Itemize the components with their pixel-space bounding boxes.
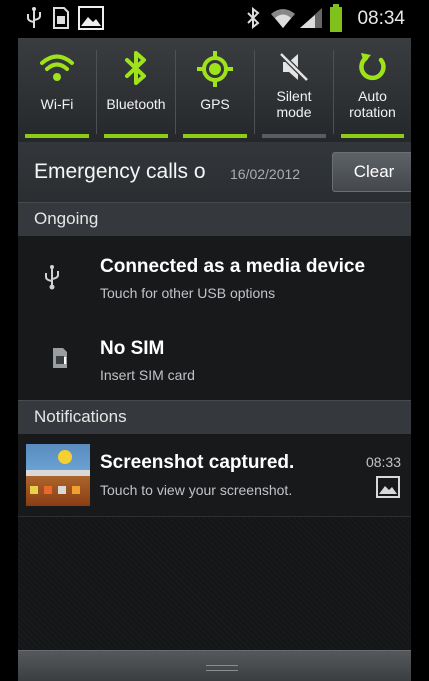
grip-icon <box>206 665 238 671</box>
notification-subtitle: Touch to view your screenshot. <box>100 482 293 498</box>
silent-mode-icon <box>277 50 311 89</box>
gps-label: GPS <box>200 96 230 112</box>
drag-handle[interactable] <box>18 650 411 681</box>
bluetooth-icon <box>246 6 260 35</box>
usb-notification[interactable]: Connected as a media device Touch for ot… <box>18 236 411 319</box>
no-sim-notification[interactable]: No SIM Insert SIM card <box>18 318 411 401</box>
thumbnail-app-icon <box>30 486 38 494</box>
sim-card-icon <box>51 346 69 375</box>
wifi-toggle[interactable]: Wi-Fi <box>18 38 96 142</box>
empty-area <box>18 517 411 650</box>
wifi-icon <box>39 50 75 91</box>
carrier-label: Emergency calls o <box>34 160 206 183</box>
thumbnail-app-icon <box>44 486 52 494</box>
ongoing-section-header: Ongoing <box>18 202 411 236</box>
clear-button[interactable]: Clear <box>332 152 411 192</box>
bluetooth-icon <box>122 50 150 91</box>
thumbnail-app-icon <box>72 486 80 494</box>
wifi-label: Wi-Fi <box>40 96 74 112</box>
usb-icon <box>26 6 42 35</box>
silent-mode-status-bar <box>262 134 326 138</box>
carrier-row: Emergency calls o 16/02/2012 Clear <box>18 142 411 203</box>
quick-settings-panel: Wi-Fi Bluetooth GPS Silent mode Auto rot… <box>18 38 411 143</box>
bluetooth-label: Bluetooth <box>106 96 166 112</box>
bluetooth-toggle[interactable]: Bluetooth <box>97 38 175 142</box>
battery-icon <box>330 4 342 37</box>
ongoing-title: Ongoing <box>34 209 99 228</box>
auto-rotation-label: Auto rotation <box>349 88 396 120</box>
bluetooth-status-bar <box>104 134 168 138</box>
auto-rotation-status-bar <box>341 134 404 138</box>
signal-icon <box>298 6 324 35</box>
notifications-section-header: Notifications <box>18 400 411 434</box>
notification-title: Screenshot captured. <box>100 452 295 473</box>
silent-mode-toggle[interactable]: Silent mode <box>255 38 333 142</box>
rotation-icon <box>355 50 391 91</box>
wifi-status-bar <box>25 134 89 138</box>
thumbnail-search-bar <box>26 470 90 476</box>
screenshot-thumbnail <box>26 444 90 506</box>
notifications-title: Notifications <box>34 407 127 426</box>
wifi-icon <box>270 6 296 35</box>
picture-icon <box>78 6 104 35</box>
notification-title: No SIM <box>100 338 165 359</box>
date-label: 16/02/2012 <box>230 166 301 182</box>
gps-status-bar <box>183 134 247 138</box>
status-clock: 08:34 <box>357 8 405 29</box>
notification-shade: 08:34 Wi-Fi Bluetooth GPS Silent mode Au… <box>18 0 411 681</box>
thumbnail-app-icon <box>58 486 66 494</box>
screenshot-notification[interactable]: Screenshot captured. Touch to view your … <box>18 434 411 517</box>
notification-subtitle: Insert SIM card <box>100 367 195 383</box>
gps-toggle[interactable]: GPS <box>176 38 254 142</box>
auto-rotation-toggle[interactable]: Auto rotation <box>334 38 411 142</box>
status-bar: 08:34 <box>18 0 411 38</box>
notification-subtitle: Touch for other USB options <box>100 285 276 301</box>
thumbnail-sun <box>58 450 72 464</box>
notification-time: 08:33 <box>365 454 401 470</box>
picture-icon <box>376 476 400 503</box>
gps-icon <box>196 50 234 93</box>
sim-card-icon <box>52 6 70 35</box>
notification-title: Connected as a media device <box>100 256 366 277</box>
silent-mode-label: Silent mode <box>276 88 312 120</box>
usb-icon <box>44 264 60 295</box>
